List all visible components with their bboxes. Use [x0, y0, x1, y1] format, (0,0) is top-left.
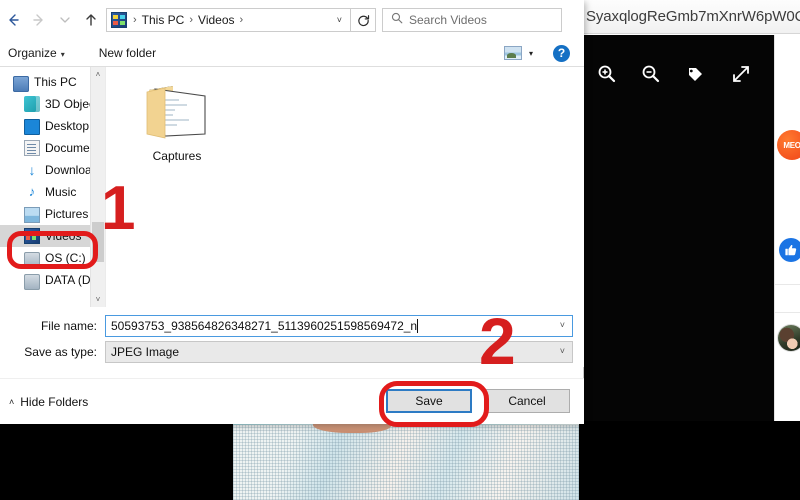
this-pc-icon — [13, 75, 29, 92]
refresh-button[interactable] — [350, 8, 376, 32]
view-layout-icon[interactable] — [503, 46, 522, 60]
list-item[interactable]: Captures — [130, 80, 224, 163]
photo-letterbox-left — [0, 421, 233, 500]
breadcrumb-separator: › — [239, 14, 244, 26]
sidebar-item-label: OS (C:) — [45, 251, 86, 265]
up-button[interactable] — [78, 6, 104, 34]
meo-badge[interactable]: MEO — [777, 130, 800, 160]
photo-letterbox-right — [579, 421, 800, 500]
new-folder-button[interactable]: New folder — [91, 43, 164, 63]
save-button[interactable]: Save — [386, 389, 472, 413]
new-folder-label: New folder — [98, 46, 157, 60]
thumbs-up-icon[interactable] — [779, 238, 800, 262]
search-icon — [391, 11, 403, 29]
filename-value: 50593753_938564826348271_511396025159856… — [111, 319, 418, 333]
sidebar-item-label: Videos — [45, 229, 82, 243]
save-as-dialog: › This PC › Videos › ˅ Search Videos Org… — [0, 0, 584, 424]
text-cursor — [417, 319, 419, 333]
chevron-down-icon[interactable]: ˅ — [329, 15, 350, 25]
breadcrumb-separator: › — [189, 14, 194, 26]
scrollbar-thumb[interactable] — [92, 222, 104, 262]
recent-locations-button[interactable] — [52, 6, 78, 34]
chevron-down-icon[interactable]: ▾ — [529, 49, 533, 58]
chevron-down-icon[interactable]: ˅ — [560, 346, 565, 356]
filetype-row: Save as type: JPEG Image ˅ — [0, 341, 584, 363]
zoom-out-icon[interactable] — [634, 57, 668, 91]
rail-divider — [775, 284, 800, 285]
forward-button[interactable] — [26, 6, 52, 34]
hide-folders-label: Hide Folders — [20, 395, 89, 409]
back-button[interactable] — [0, 6, 26, 34]
filename-row: File name: 50593753_938564826348271_5113… — [0, 315, 584, 337]
downloads-icon: ↓ — [28, 162, 36, 178]
filename-label: File name: — [40, 319, 97, 333]
file-list-pane[interactable]: Captures — [106, 67, 584, 307]
filetype-select[interactable]: JPEG Image ˅ — [105, 341, 573, 363]
zoom-in-icon[interactable] — [590, 57, 624, 91]
dialog-footer: ˄ Hide Folders Save Cancel — [0, 378, 584, 424]
command-toolbar: Organize ▾ New folder ▾ ? — [0, 40, 584, 67]
navigation-pane-scrollbar[interactable]: ˄ ˅ — [90, 67, 105, 307]
music-icon: ♪ — [28, 184, 36, 199]
breadcrumb-this-pc[interactable]: This PC — [141, 13, 186, 27]
drive-icon — [24, 273, 40, 290]
hide-folders-button[interactable]: ˄ Hide Folders — [9, 395, 88, 409]
search-placeholder: Search Videos — [409, 13, 487, 27]
desktop-icon — [24, 119, 40, 135]
sidebar-item-label: This PC — [34, 75, 77, 89]
sidebar-item-label: Music — [45, 185, 77, 199]
tag-icon[interactable] — [678, 57, 712, 91]
organize-label: Organize — [8, 46, 57, 60]
chevron-down-icon[interactable]: ˅ — [560, 320, 565, 330]
search-input[interactable]: Search Videos — [382, 8, 562, 32]
folder-label: Captures — [152, 149, 202, 163]
filename-input[interactable]: 50593753_938564826348271_511396025159856… — [105, 315, 573, 337]
filetype-label: Save as type: — [24, 345, 97, 359]
sidebar-item-label: Pictures — [45, 207, 89, 221]
help-icon[interactable]: ? — [553, 44, 570, 62]
drive-icon — [24, 251, 40, 268]
toolbar-right-group: ▾ ? — [503, 44, 584, 62]
breadcrumb-separator: › — [133, 14, 137, 26]
photo-viewer-overlay — [584, 35, 774, 438]
documents-icon — [24, 140, 40, 156]
folder-icon — [143, 80, 211, 142]
photo-viewer-toolbar — [584, 57, 774, 97]
avatar[interactable] — [778, 325, 800, 351]
videos-icon — [24, 228, 40, 244]
dialog-form-area: File name: 50593753_938564826348271_5113… — [0, 307, 584, 367]
address-bar[interactable]: › This PC › Videos › ˅ — [106, 8, 351, 32]
dialog-main-area: This PC 3D Objects Desktop Documents ↓ D… — [0, 67, 584, 307]
navigation-pane: This PC 3D Objects Desktop Documents ↓ D… — [0, 67, 106, 307]
navigation-bar: › This PC › Videos › ˅ Search Videos — [0, 0, 584, 40]
url-text: SyaxqlogReGmb7mXnrW6pW0QVCX — [586, 8, 800, 25]
expand-icon[interactable] — [724, 57, 758, 91]
3d-objects-icon — [24, 96, 40, 112]
rail-divider — [775, 312, 800, 313]
background-photo — [233, 421, 579, 500]
chevron-down-icon: ▾ — [60, 50, 65, 59]
scroll-up-arrow[interactable]: ˄ — [91, 67, 105, 82]
breadcrumb-videos[interactable]: Videos — [197, 13, 235, 27]
chevron-up-icon: ˄ — [9, 397, 15, 407]
scroll-down-arrow[interactable]: ˅ — [91, 292, 105, 307]
cancel-button[interactable]: Cancel — [484, 389, 570, 413]
videos-folder-icon — [111, 12, 127, 28]
pictures-icon — [24, 207, 40, 223]
filetype-value: JPEG Image — [111, 345, 180, 359]
sidebar-item-label: Desktop — [45, 119, 90, 133]
organize-button[interactable]: Organize ▾ — [0, 43, 73, 63]
